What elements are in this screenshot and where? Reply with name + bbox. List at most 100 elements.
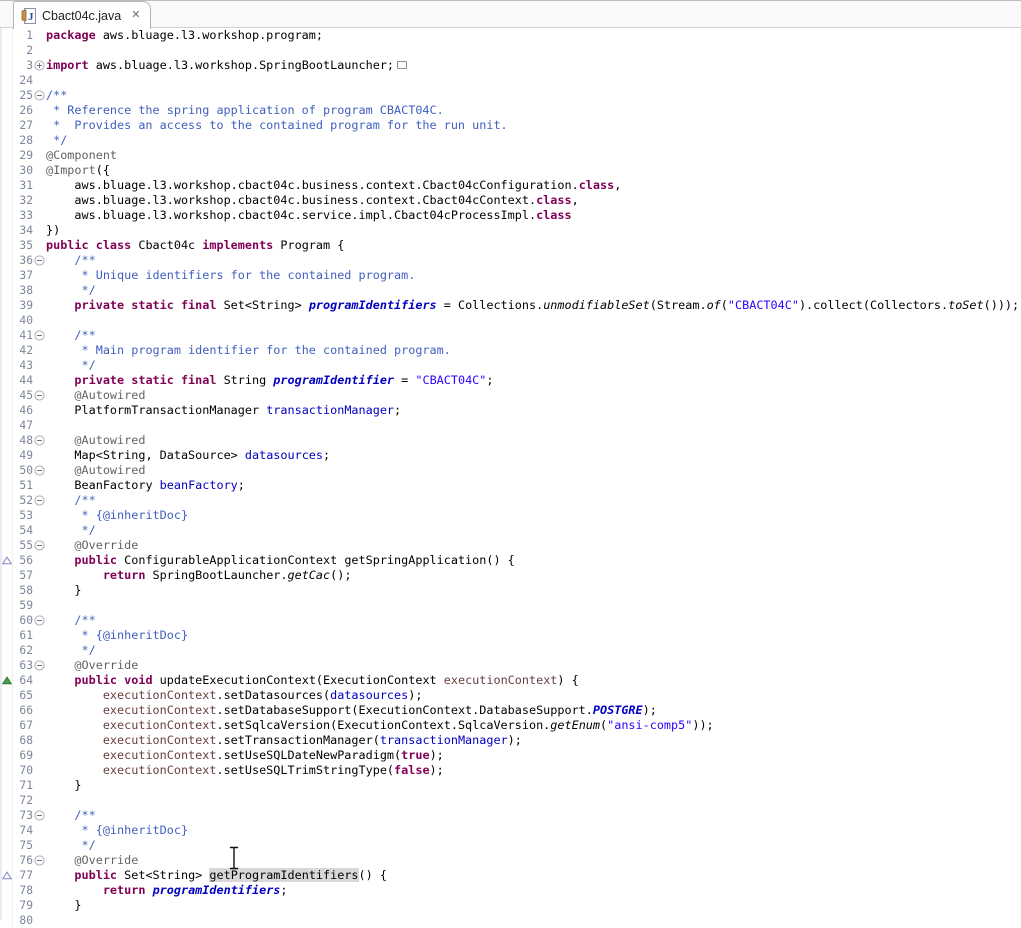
code-text[interactable]: @Override	[46, 853, 138, 868]
code-text[interactable]: * {@inheritDoc}	[46, 508, 188, 523]
code-text[interactable]: /**	[46, 253, 96, 268]
code-line: 36 /**	[2, 253, 1021, 268]
code-text[interactable]: * Main program identifier for the contai…	[46, 343, 451, 358]
code-text[interactable]: executionContext.setDatabaseSupport(Exec…	[46, 703, 657, 718]
code-text[interactable]: @Autowired	[46, 463, 145, 478]
fold-collapse-icon[interactable]	[33, 253, 46, 268]
code-text[interactable]: package aws.bluage.l3.workshop.program;	[46, 28, 323, 43]
code-text[interactable]: return SpringBootLauncher.getCac();	[46, 568, 351, 583]
fold-column	[33, 673, 46, 688]
code-text[interactable]: /**	[46, 88, 67, 103]
code-text[interactable]: @Override	[46, 658, 138, 673]
code-text[interactable]: * Provides an access to the contained pr…	[46, 118, 508, 133]
code-text[interactable]: @Component	[46, 148, 117, 163]
code-text[interactable]: @Autowired	[46, 388, 145, 403]
fold-collapse-icon[interactable]	[33, 538, 46, 553]
line-number: 65	[13, 688, 33, 703]
code-text[interactable]: */	[46, 358, 96, 373]
line-number: 46	[13, 403, 33, 418]
collapsed-region-box[interactable]	[397, 61, 407, 69]
code-line: 41 /**	[2, 328, 1021, 343]
fold-collapse-icon[interactable]	[33, 88, 46, 103]
tab-close-button[interactable]: ✕	[131, 10, 140, 21]
fold-collapse-icon[interactable]	[33, 388, 46, 403]
code-text[interactable]: * Unique identifiers for the contained p…	[46, 268, 415, 283]
marker-column	[2, 643, 13, 658]
line-number: 59	[13, 598, 33, 613]
code-text[interactable]: private static final Set<String> program…	[46, 298, 1019, 313]
code-text[interactable]: }	[46, 583, 82, 598]
code-line: 24	[2, 73, 1021, 88]
code-line: 69 executionContext.setUseSQLDateNewPara…	[2, 748, 1021, 763]
code-text[interactable]: * Reference the spring application of pr…	[46, 103, 444, 118]
line-number: 28	[13, 133, 33, 148]
code-text[interactable]: return programIdentifiers;	[46, 883, 288, 898]
fold-collapse-icon[interactable]	[33, 433, 46, 448]
code-text[interactable]: BeanFactory beanFactory;	[46, 478, 245, 493]
code-text[interactable]: @Import({	[46, 163, 110, 178]
code-text[interactable]: @Autowired	[46, 433, 145, 448]
line-number: 64	[13, 673, 33, 688]
marker-column	[2, 343, 13, 358]
marker-column	[2, 313, 13, 328]
code-text[interactable]: /**	[46, 493, 96, 508]
code-text[interactable]: aws.bluage.l3.workshop.cbact04c.service.…	[46, 208, 572, 223]
fold-collapse-icon[interactable]	[33, 658, 46, 673]
code-text[interactable]: executionContext.setDatasources(datasour…	[46, 688, 422, 703]
code-text[interactable]: * {@inheritDoc}	[46, 628, 188, 643]
fold-collapse-icon[interactable]	[33, 328, 46, 343]
fold-column	[33, 208, 46, 223]
code-text[interactable]: /**	[46, 808, 96, 823]
code-text[interactable]: PlatformTransactionManager transactionMa…	[46, 403, 401, 418]
marker-column	[2, 898, 13, 913]
marker-column	[2, 658, 13, 673]
code-text[interactable]: public void updateExecutionContext(Execu…	[46, 673, 579, 688]
fold-collapse-icon[interactable]	[33, 853, 46, 868]
code-text[interactable]: * {@inheritDoc}	[46, 823, 188, 838]
code-text[interactable]: public class Cbact04c implements Program…	[46, 238, 344, 253]
code-text[interactable]: */	[46, 643, 96, 658]
code-text[interactable]: */	[46, 133, 67, 148]
marker-column	[2, 628, 13, 643]
marker-column	[2, 808, 13, 823]
code-text[interactable]: */	[46, 838, 96, 853]
code-text[interactable]: import aws.bluage.l3.workshop.SpringBoot…	[46, 58, 407, 73]
fold-column	[33, 223, 46, 238]
fold-collapse-icon[interactable]	[33, 808, 46, 823]
code-editor[interactable]: 1package aws.bluage.l3.workshop.program;…	[0, 28, 1021, 920]
fold-collapse-icon[interactable]	[33, 613, 46, 628]
code-text[interactable]: */	[46, 283, 96, 298]
code-text[interactable]: }	[46, 898, 82, 913]
fold-collapse-icon[interactable]	[33, 463, 46, 478]
code-line: 64 public void updateExecutionContext(Ex…	[2, 673, 1021, 688]
code-text[interactable]: public Set<String> getProgramIdentifiers…	[46, 868, 387, 883]
code-text[interactable]: /**	[46, 328, 96, 343]
code-text[interactable]: executionContext.setUseSQLDateNewParadig…	[46, 748, 444, 763]
fold-collapse-icon[interactable]	[33, 493, 46, 508]
fold-expand-icon[interactable]	[33, 58, 46, 73]
code-text[interactable]: @Override	[46, 538, 138, 553]
code-text[interactable]: executionContext.setUseSQLTrimStringType…	[46, 763, 444, 778]
code-text[interactable]: public ConfigurableApplicationContext ge…	[46, 553, 515, 568]
line-number: 60	[13, 613, 33, 628]
marker-column	[2, 418, 13, 433]
editor-tab-cbact04c[interactable]: J Cbact04c.java ✕	[13, 1, 151, 29]
code-line: 31 aws.bluage.l3.workshop.cbact04c.busin…	[2, 178, 1021, 193]
code-text[interactable]: executionContext.setSqlcaVersion(Executi…	[46, 718, 714, 733]
marker-column	[2, 778, 13, 793]
code-text[interactable]: })	[46, 223, 60, 238]
code-text[interactable]: */	[46, 523, 96, 538]
code-text[interactable]: private static final String programIdent…	[46, 373, 494, 388]
code-text[interactable]: /**	[46, 613, 96, 628]
fold-column	[33, 688, 46, 703]
code-text[interactable]: aws.bluage.l3.workshop.cbact04c.business…	[46, 193, 579, 208]
code-line: 1package aws.bluage.l3.workshop.program;	[2, 28, 1021, 43]
line-number: 55	[13, 538, 33, 553]
code-text[interactable]: aws.bluage.l3.workshop.cbact04c.business…	[46, 178, 621, 193]
code-text[interactable]: Map<String, DataSource> datasources;	[46, 448, 330, 463]
code-text[interactable]: }	[46, 778, 82, 793]
line-number: 63	[13, 658, 33, 673]
marker-column	[2, 583, 13, 598]
line-number: 45	[13, 388, 33, 403]
code-text[interactable]: executionContext.setTransactionManager(t…	[46, 733, 522, 748]
